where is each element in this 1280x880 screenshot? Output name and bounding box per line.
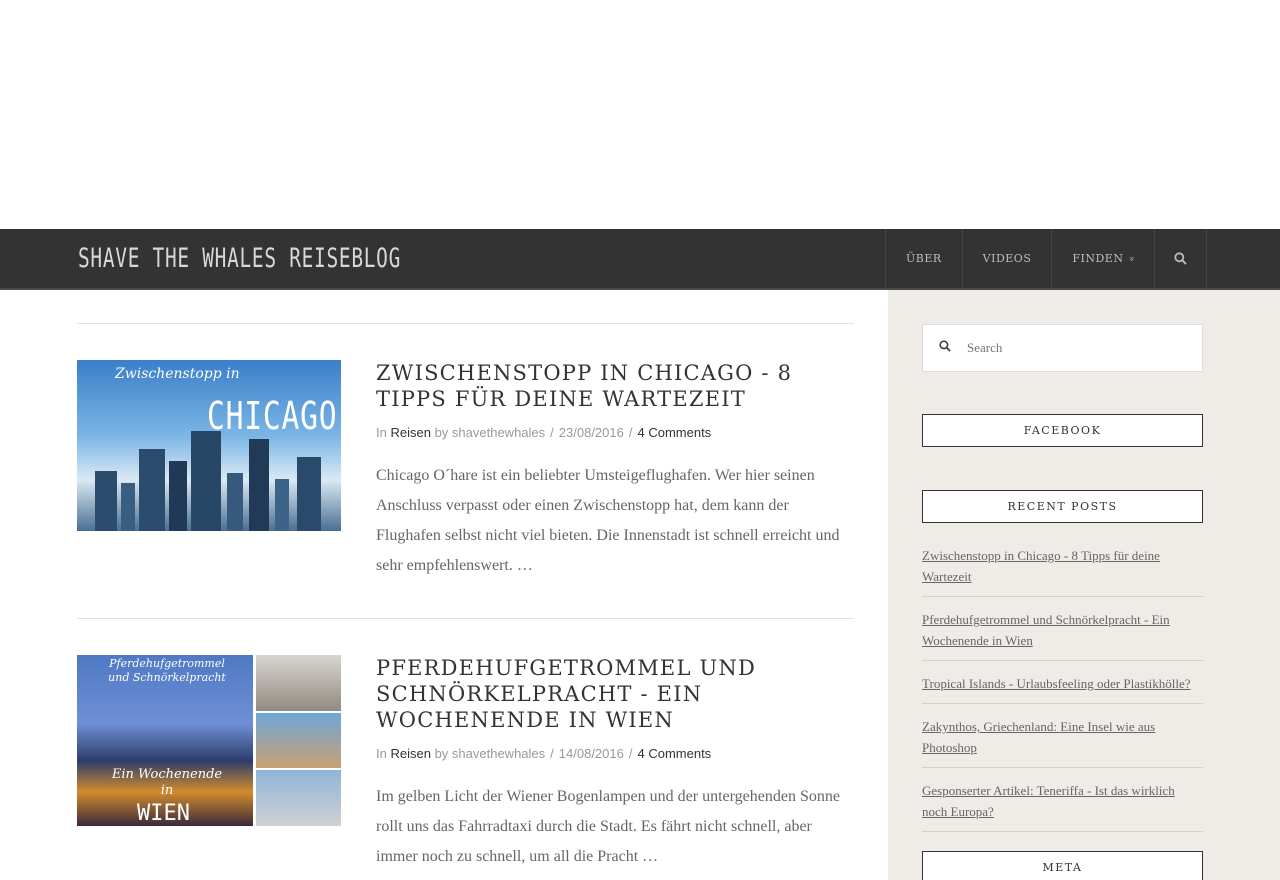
main-nav: Über Videos Finden »	[885, 229, 1208, 288]
widget-title-facebook: Facebook	[922, 414, 1203, 447]
widget-title-recent-posts: Recent Posts	[922, 490, 1203, 523]
chevron-down-icon: »	[1126, 255, 1137, 262]
list-item: Gesponserter Artikel: Teneriffa - Ist da…	[922, 776, 1203, 832]
navbar: Shave the whales reiseblog Über Videos F…	[0, 229, 1280, 290]
recent-post-link[interactable]: Zakynthos, Griechenland: Eine Insel wie …	[922, 719, 1155, 755]
post-date: 14/08/2016	[558, 746, 624, 761]
post-excerpt: Chicago O´hare ist ein beliebter Umsteig…	[376, 467, 840, 574]
post-date: 23/08/2016	[558, 425, 624, 440]
author-link[interactable]: shavethewhales	[452, 425, 545, 440]
nav-search-button[interactable]	[1155, 229, 1208, 288]
thumbnail-title: CHICAGO	[207, 394, 338, 438]
nav-item-ueber[interactable]: Über	[886, 229, 963, 288]
sidebar-search	[922, 324, 1203, 372]
widget-title-meta: Meta	[922, 851, 1203, 880]
site-brand[interactable]: Shave the whales reiseblog	[78, 243, 401, 274]
post-meta: In Reisen by shavethewhales/14/08/2016/4…	[376, 746, 712, 761]
list-item: Zwischenstopp in Chicago - 8 Tipps für d…	[922, 541, 1203, 597]
nav-item-finden[interactable]: Finden »	[1052, 229, 1156, 288]
nav-item-label: Videos	[982, 252, 1032, 265]
nav-item-label: Über	[906, 252, 942, 265]
post-excerpt: Im gelben Licht der Wiener Bogenlampen u…	[376, 788, 840, 865]
search-icon	[1174, 252, 1188, 265]
comments-link[interactable]: 4 Comments	[637, 425, 711, 440]
post-title[interactable]: Zwischenstopp in Chicago - 8 Tipps für d…	[376, 360, 854, 412]
thumbnail-caption: Pferdehufgetrommel und Schnörkelpracht	[108, 657, 226, 684]
divider	[77, 618, 854, 619]
list-item: Tropical Islands - Urlaubsfeeling oder P…	[922, 669, 1203, 704]
category-link[interactable]: Reisen	[390, 746, 430, 761]
divider	[77, 323, 854, 324]
meta-prefix: In	[376, 746, 387, 761]
meta-by: by	[434, 746, 449, 761]
post-body: Zwischenstopp in Chicago - 8 Tipps für d…	[376, 360, 854, 581]
top-ad-space	[0, 0, 1280, 229]
sidebar: Facebook Recent Posts Zwischenstopp in C…	[888, 290, 1280, 880]
post-meta: In Reisen by shavethewhales/23/08/2016/4…	[376, 425, 712, 440]
list-item: Zakynthos, Griechenland: Eine Insel wie …	[922, 712, 1203, 768]
recent-posts-list: Zwischenstopp in Chicago - 8 Tipps für d…	[922, 541, 1203, 840]
post-thumbnail[interactable]: Pferdehufgetrommel und Schnörkelpracht E…	[77, 655, 341, 826]
recent-post-link[interactable]: Tropical Islands - Urlaubsfeeling oder P…	[922, 676, 1191, 691]
category-link[interactable]: Reisen	[390, 425, 430, 440]
author-link[interactable]: shavethewhales	[452, 746, 545, 761]
recent-post-link[interactable]: Pferdehufgetrommel und Schnörkelpracht -…	[922, 612, 1170, 648]
nav-item-videos[interactable]: Videos	[963, 229, 1053, 288]
post-thumbnail[interactable]: Zwischenstopp in CHICAGO	[77, 360, 341, 531]
search-input[interactable]	[967, 340, 1187, 356]
nav-item-label: Finden	[1072, 252, 1124, 265]
meta-by: by	[434, 425, 449, 440]
thumbnail-subcaption: Ein Wochenende in	[111, 767, 223, 798]
comments-link[interactable]: 4 Comments	[637, 746, 711, 761]
post-body: Pferdehufgetrommel und Schnörkelpracht -…	[376, 655, 854, 872]
post-title[interactable]: Pferdehufgetrommel und Schnörkelpracht -…	[376, 655, 854, 733]
search-icon	[923, 340, 967, 356]
thumbnail-title: WIEN	[137, 801, 190, 826]
list-item: Pferdehufgetrommel und Schnörkelpracht -…	[922, 605, 1203, 661]
recent-post-link[interactable]: Gesponserter Artikel: Teneriffa - Ist da…	[922, 783, 1175, 819]
recent-post-link[interactable]: Zwischenstopp in Chicago - 8 Tipps für d…	[922, 548, 1160, 584]
thumbnail-caption: Zwischenstopp in	[115, 366, 240, 382]
meta-prefix: In	[376, 425, 387, 440]
